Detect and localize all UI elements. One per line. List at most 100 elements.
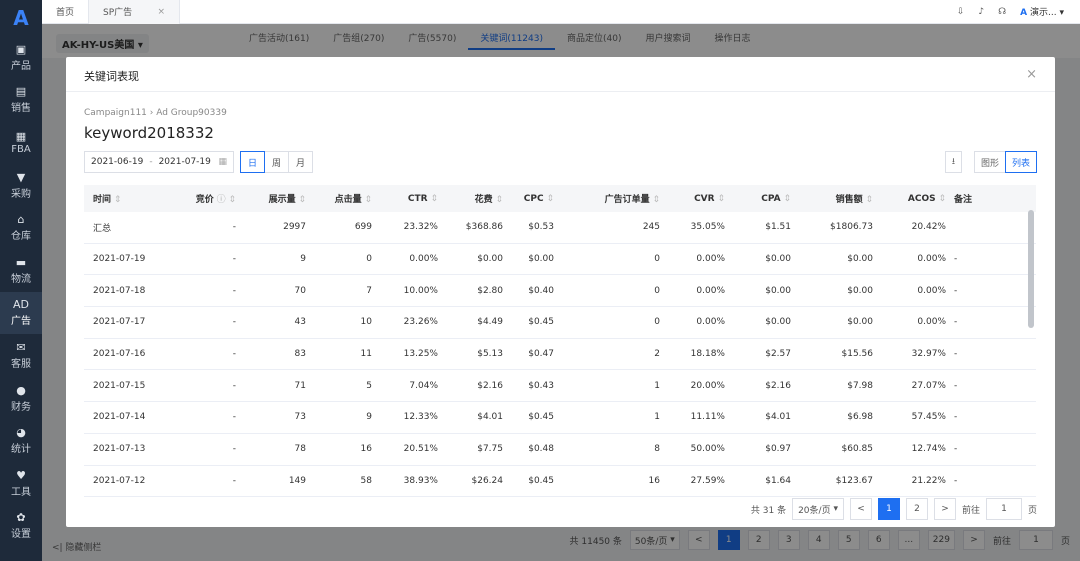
- table-cell: -: [232, 349, 236, 360]
- bell-icon[interactable]: ♪: [978, 7, 984, 17]
- sidebar-item-label: 采购: [11, 188, 31, 200]
- sidebar-item-4[interactable]: ⌂ 仓库: [0, 206, 42, 249]
- sidebar-item-5[interactable]: ▬ 物流: [0, 249, 42, 292]
- sidebar-item-label: 物流: [11, 273, 31, 285]
- sort-icon[interactable]: ⇕: [111, 195, 122, 205]
- table-cell: $0.00: [477, 254, 503, 265]
- table-cell: 0.00%: [917, 254, 946, 265]
- page-2-button[interactable]: 2: [905, 498, 928, 520]
- sidebar-item-10[interactable]: ♥ 工具: [0, 462, 42, 505]
- view-list-button[interactable]: 列表: [1004, 151, 1037, 173]
- table-cell: $6.98: [847, 412, 873, 423]
- granularity-week[interactable]: 周: [264, 151, 289, 173]
- tab-sp-ads[interactable]: SP广告 ×: [88, 0, 181, 24]
- table-cell: 5: [366, 380, 372, 391]
- tab-sp-ads-label: SP广告: [103, 8, 133, 18]
- column-header-label: CPA: [761, 193, 781, 204]
- sidebar-item-11[interactable]: ✿ 设置: [0, 505, 42, 548]
- sort-icon[interactable]: ⇕: [544, 194, 554, 204]
- sidebar-item-2[interactable]: ▦ FBA: [0, 121, 42, 164]
- sidebar-item-0[interactable]: ▣ 产品: [0, 36, 42, 79]
- column-header-label: 花费: [474, 195, 493, 205]
- table-cell: $2.16: [765, 380, 791, 391]
- table-cell: 2021-07-13: [93, 444, 146, 455]
- sort-icon[interactable]: ⇕: [715, 194, 725, 204]
- page-size-select[interactable]: 20条/页 ▾: [792, 498, 844, 520]
- sidebar-item-6[interactable]: AD 广告: [0, 291, 42, 335]
- table-cell: -: [232, 285, 236, 296]
- table-cell: 699: [354, 222, 372, 233]
- sidebar-item-label: 财务: [11, 401, 31, 413]
- sort-icon[interactable]: ⇕: [936, 194, 946, 204]
- tab-home[interactable]: 首页: [42, 0, 88, 24]
- divider: [66, 91, 1055, 92]
- prev-page-button[interactable]: <: [849, 498, 872, 520]
- column-header[interactable]: 点击量 ⇕: [310, 192, 376, 205]
- date-end[interactable]: 2021-07-19: [159, 157, 211, 167]
- sort-icon[interactable]: ⇕: [362, 195, 372, 205]
- date-range-picker[interactable]: 2021-06-19 - 2021-07-19 ▦: [84, 151, 234, 173]
- column-header-label: 竞价: [195, 195, 214, 205]
- table-row: 2021-07-14 - 73 9 12.33% $4.01 $0.45 1 11.11% $4.…: [84, 402, 1036, 434]
- column-header[interactable]: 销售额 ⇕: [795, 192, 877, 205]
- next-page-button[interactable]: >: [933, 498, 956, 520]
- sort-icon[interactable]: ⇕: [296, 195, 306, 205]
- view-chart-button[interactable]: 图形: [973, 151, 1006, 173]
- sidebar-item-8[interactable]: ● 财务: [0, 377, 42, 420]
- close-icon[interactable]: ×: [1026, 67, 1037, 82]
- download-icon[interactable]: ⭳: [944, 151, 962, 173]
- table-cell: 0: [654, 254, 660, 265]
- column-header-label: CVR: [694, 193, 715, 204]
- date-start[interactable]: 2021-06-19: [91, 157, 143, 167]
- sort-icon[interactable]: ⇕: [493, 195, 503, 205]
- help-icon[interactable]: ⓘ: [214, 195, 226, 205]
- sidebar-item-7[interactable]: ✉ 客服: [0, 334, 42, 377]
- download-icon[interactable]: ⇩: [957, 7, 965, 17]
- goto-page-input[interactable]: 1: [985, 498, 1022, 520]
- column-header[interactable]: CVR ⇕: [664, 194, 729, 204]
- column-header[interactable]: CPC ⇕: [507, 194, 558, 204]
- column-header[interactable]: 展示量 ⇕: [240, 192, 310, 205]
- sort-icon[interactable]: ⇕: [428, 194, 438, 204]
- column-header[interactable]: 花费 ⇕: [442, 192, 507, 205]
- user-menu[interactable]: A 演示... ▾: [1020, 5, 1064, 18]
- table-cell: 16: [360, 444, 372, 455]
- page-1-button[interactable]: 1: [877, 498, 900, 520]
- table-cell: $0.97: [765, 444, 791, 455]
- user-logo-icon: A: [1020, 8, 1028, 18]
- table-cell: $15.56: [841, 349, 874, 360]
- sort-icon[interactable]: ⇕: [781, 194, 791, 204]
- granularity-month[interactable]: 月: [288, 151, 313, 173]
- table-row: 2021-07-13 - 78 16 20.51% $7.75 $0.48 8 50.00% $0…: [84, 434, 1036, 466]
- sidebar-item-1[interactable]: ▤ 销售: [0, 79, 42, 122]
- sidebar-item-9[interactable]: ◕ 统计: [0, 419, 42, 462]
- granularity-day[interactable]: 日: [240, 151, 265, 173]
- table-cell: 78: [294, 444, 306, 455]
- table-cell: $0.45: [528, 317, 554, 328]
- calendar-icon: ▦: [218, 157, 227, 167]
- table-scrollbar[interactable]: [1028, 210, 1034, 328]
- column-header[interactable]: CPA ⇕: [729, 194, 795, 204]
- table-cell: -: [954, 412, 958, 423]
- column-header[interactable]: 竞价 ⓘ ⇕: [172, 192, 240, 205]
- headset-icon[interactable]: ☊: [998, 7, 1006, 17]
- sidebar-item-label: 产品: [11, 60, 31, 72]
- column-header[interactable]: CTR ⇕: [376, 194, 442, 204]
- sort-icon[interactable]: ⇕: [863, 195, 873, 205]
- sidebar-item-3[interactable]: ▼ 采购: [0, 164, 42, 207]
- sidebar-item-label: 仓库: [11, 231, 31, 243]
- sort-icon[interactable]: ⇕: [226, 195, 236, 205]
- table-cell: 58: [360, 475, 372, 486]
- table-cell: 73: [294, 412, 306, 423]
- close-icon[interactable]: ×: [157, 7, 165, 17]
- sidebar-item-label: 统计: [11, 444, 31, 456]
- column-header[interactable]: 时间 ⇕: [84, 192, 172, 205]
- granularity-toggle: 日 周 月: [240, 151, 313, 173]
- column-header[interactable]: ACOS ⇕: [877, 194, 950, 204]
- app-logo[interactable]: A: [0, 0, 42, 36]
- table-cell: 2021-07-18: [93, 285, 146, 296]
- column-header[interactable]: 广告订单量 ⇕: [558, 192, 664, 205]
- table-cell: -: [954, 444, 958, 455]
- table-cell: $2.16: [477, 380, 503, 391]
- sort-icon[interactable]: ⇕: [650, 195, 660, 205]
